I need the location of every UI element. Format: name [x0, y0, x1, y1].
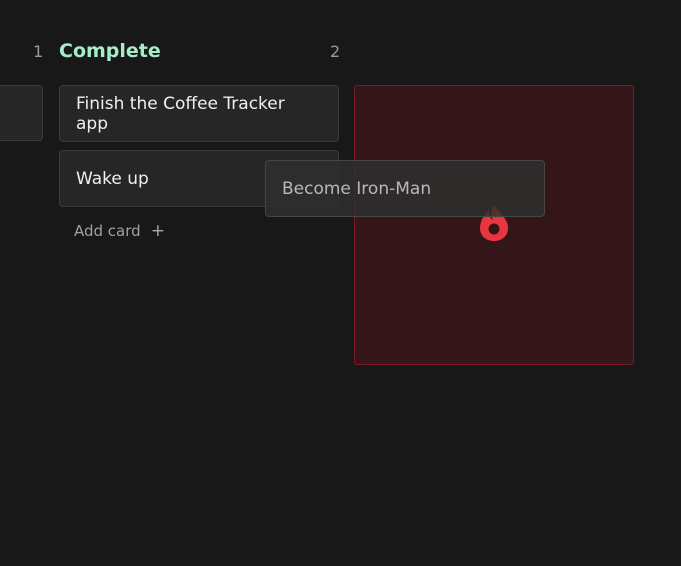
card-finish-coffee-tracker[interactable]: Finish the Coffee Tracker app — [59, 85, 339, 142]
plus-icon: + — [150, 220, 165, 241]
add-card-label: Add card — [74, 222, 141, 240]
column-title: Complete — [59, 40, 161, 62]
card-label: Finish the Coffee Tracker app — [76, 93, 285, 134]
card-label: Wake up — [76, 168, 149, 189]
kanban-board: 1 Complete 2 Finish the Coffee Tracker a… — [0, 0, 681, 566]
card-label: Become Iron-Man — [282, 178, 432, 199]
previous-column-count: 1 — [33, 42, 44, 61]
dragging-card[interactable]: Become Iron-Man — [265, 160, 545, 217]
previous-column-card[interactable] — [0, 85, 43, 141]
column-card-count: 2 — [330, 42, 341, 61]
add-card-button[interactable]: Add card + — [74, 222, 165, 240]
